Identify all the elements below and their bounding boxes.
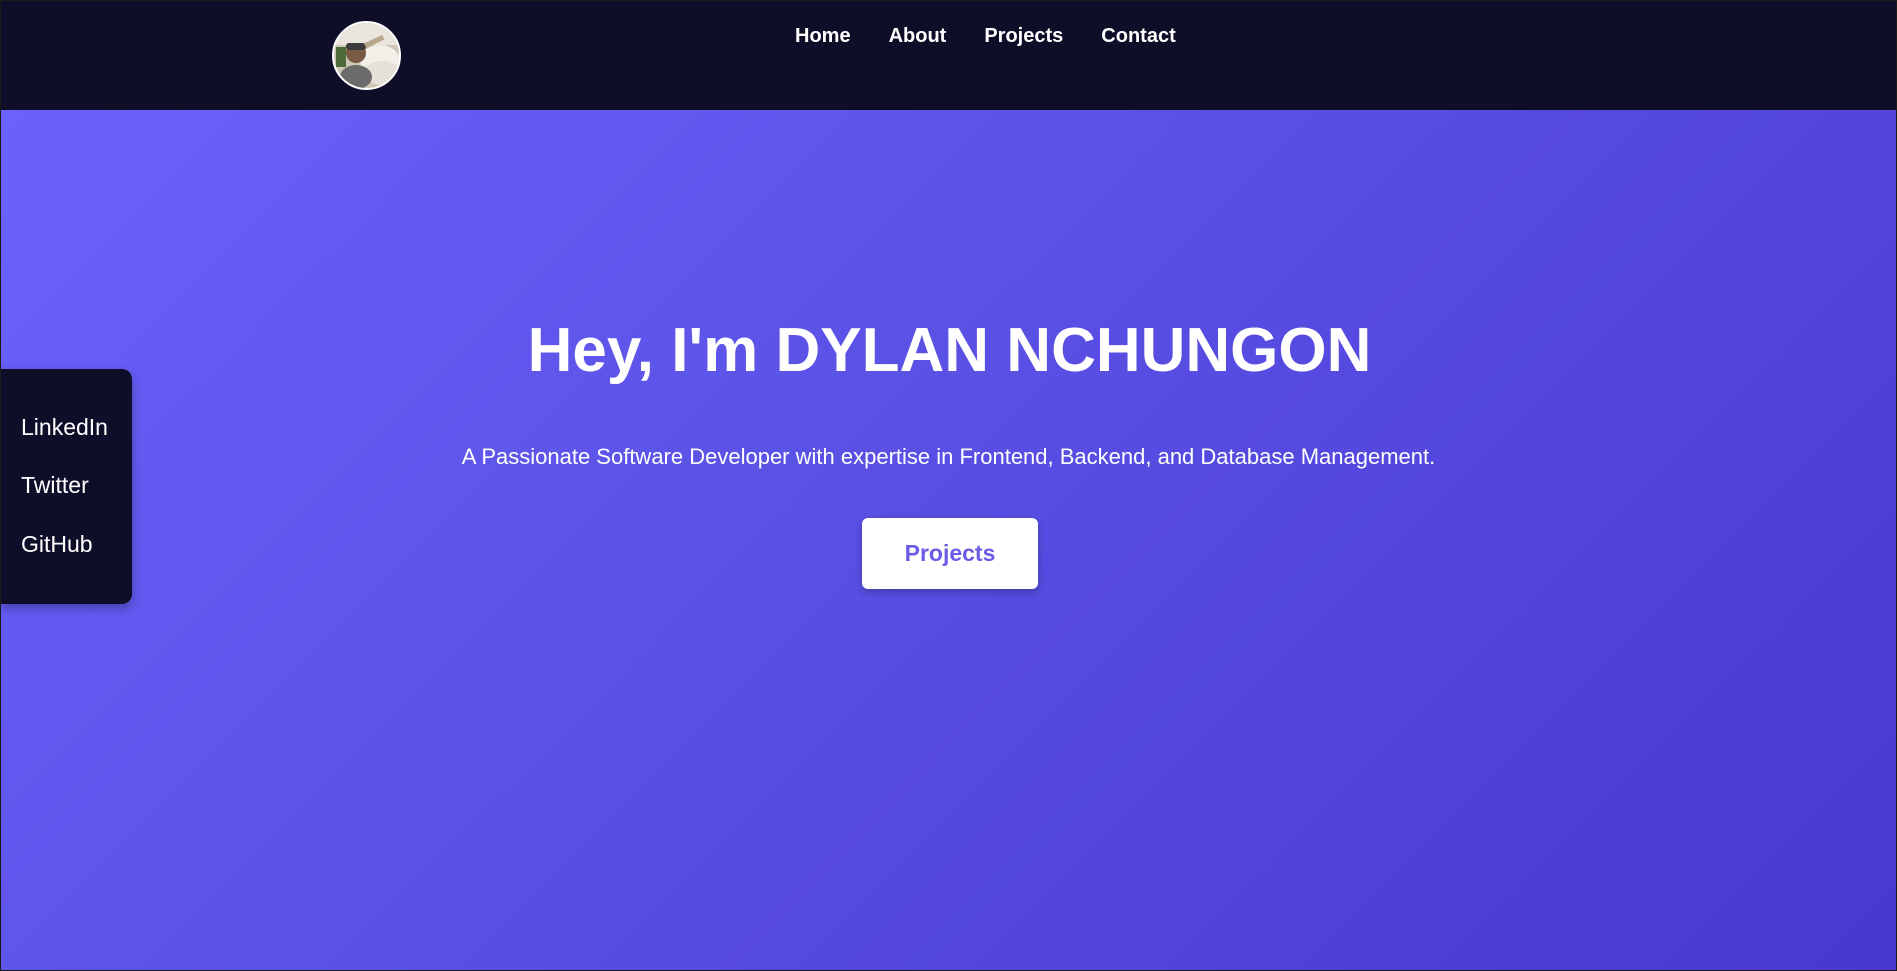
nav-link-home[interactable]: Home [795, 25, 851, 48]
profile-avatar[interactable] [332, 21, 401, 90]
nav-link-about[interactable]: About [889, 25, 947, 48]
twitter-link[interactable]: Twitter [21, 472, 89, 499]
navbar: Home About Projects Contact [1, 1, 1896, 110]
hero-subtitle: A Passionate Software Developer with exp… [461, 444, 1436, 469]
hero-title: Hey, I'm DYLAN NCHUNGON [527, 316, 1372, 385]
linkedin-link[interactable]: LinkedIn [21, 414, 108, 441]
avatar-photo [334, 23, 399, 88]
page: Home About Projects Contact Hey, I'm DYL… [1, 1, 1896, 970]
nav-link-contact[interactable]: Contact [1101, 25, 1175, 48]
github-link[interactable]: GitHub [21, 531, 93, 558]
nav-link-projects[interactable]: Projects [984, 25, 1063, 48]
main-nav: Home About Projects Contact [795, 25, 1176, 48]
social-sidebar: LinkedIn Twitter GitHub [1, 369, 132, 604]
hero-section: Hey, I'm DYLAN NCHUNGON A Passionate Sof… [1, 110, 1896, 970]
projects-button[interactable]: Projects [862, 518, 1038, 589]
